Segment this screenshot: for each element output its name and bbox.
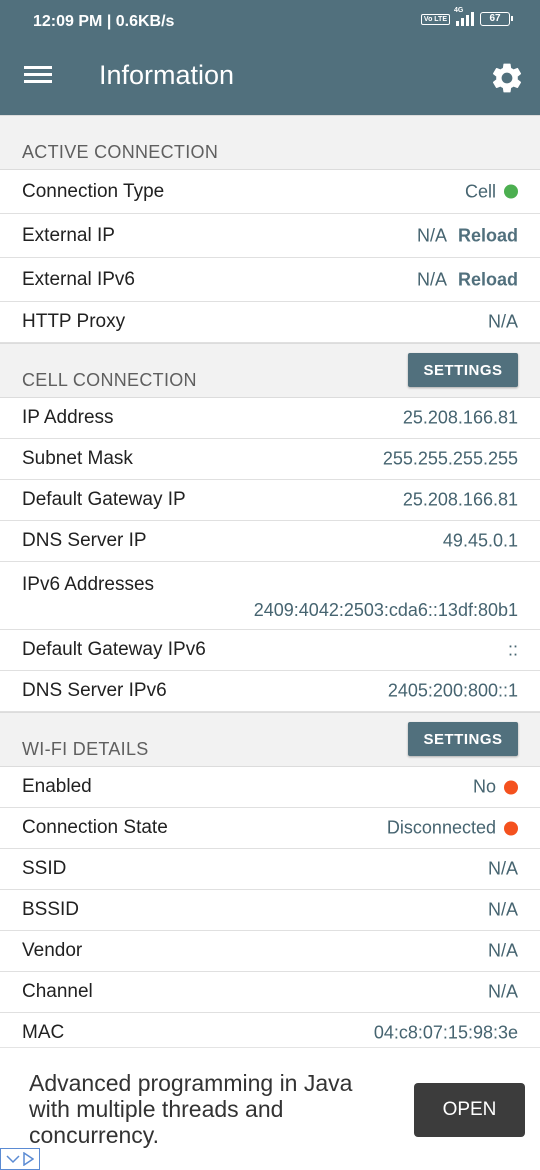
row-value: N/A: [487, 981, 518, 1002]
information-list: ACTIVE CONNECTION Connection Type Cell E…: [0, 115, 540, 1054]
external-ip-value: N/A: [416, 225, 447, 245]
reload-external-ipv6-button[interactable]: Reload: [458, 269, 518, 290]
row-value: N/A Reload: [417, 225, 518, 246]
row-bssid: BSSID N/A: [0, 890, 540, 931]
row-label: Connection State: [22, 817, 168, 838]
row-label: SSID: [22, 858, 67, 879]
row-label: HTTP Proxy: [22, 311, 126, 332]
row-label: BSSID: [22, 899, 80, 920]
section-title: ACTIVE CONNECTION: [22, 142, 219, 162]
chevron-down-icon: [6, 1155, 20, 1164]
row-value: No: [473, 777, 518, 798]
reload-external-ip-button[interactable]: Reload: [458, 225, 518, 246]
row-value: N/A: [487, 311, 518, 332]
ad-choices-icon[interactable]: [0, 1148, 40, 1170]
row-value: N/A: [487, 858, 518, 879]
status-dot-icon: [504, 780, 518, 794]
battery-icon: 67: [480, 12, 513, 26]
row-dns-server-ip: DNS Server IP 49.45.0.1: [0, 521, 540, 562]
app-bar: Information: [0, 38, 540, 115]
row-ssid: SSID N/A: [0, 849, 540, 890]
row-connection-type: Connection Type Cell: [0, 170, 540, 214]
row-value: ::: [507, 639, 518, 660]
row-label: Vendor: [22, 940, 83, 961]
row-value: 04:c8:07:15:98:3e: [373, 1022, 518, 1043]
external-ipv6-value: N/A: [416, 269, 447, 289]
section-title: WI-FI DETAILS: [22, 739, 149, 759]
network-type-label: 4G: [454, 7, 464, 14]
row-label: IPv6 Addresses: [22, 574, 155, 595]
row-subnet-mask: Subnet Mask 255.255.255.255: [0, 439, 540, 480]
row-connection-state: Connection State Disconnected: [0, 808, 540, 849]
page-title: Information: [99, 60, 235, 90]
row-vendor: Vendor N/A: [0, 931, 540, 972]
row-ip-address: IP Address 25.208.166.81: [0, 398, 540, 439]
row-label: Connection Type: [22, 180, 165, 202]
row-value: 49.45.0.1: [442, 530, 518, 551]
row-external-ipv6: External IPv6 N/A Reload: [0, 258, 540, 302]
row-value: N/A Reload: [417, 269, 518, 290]
row-value: Cell: [465, 181, 518, 202]
ad-open-button[interactable]: OPEN: [414, 1083, 525, 1137]
row-http-proxy: HTTP Proxy N/A: [0, 302, 540, 343]
row-ipv6-addresses: IPv6 Addresses 2409:4042:2503:cda6::13df…: [0, 562, 540, 630]
connection-type-value: Cell: [464, 181, 496, 201]
gear-icon[interactable]: [489, 60, 525, 96]
row-label: External IP: [22, 224, 115, 246]
status-icons: Vo LTE 4G 67: [420, 7, 513, 26]
section-header-cell-connection: CELL CONNECTION SETTINGS: [0, 343, 540, 398]
status-time-speed: 12:09 PM | 0.6KB/s: [33, 13, 175, 30]
wifi-enabled-value: No: [472, 776, 496, 797]
signal-icon: 4G: [454, 7, 474, 26]
row-label: Subnet Mask: [22, 448, 133, 469]
row-value: N/A: [487, 940, 518, 961]
row-default-gateway-ipv6: Default Gateway IPv6 ::: [0, 630, 540, 671]
row-label: Default Gateway IP: [22, 489, 186, 510]
row-label: IP Address: [22, 407, 114, 428]
cell-settings-button[interactable]: SETTINGS: [408, 353, 518, 387]
row-default-gateway-ip: Default Gateway IP 25.208.166.81: [0, 480, 540, 521]
wifi-settings-button[interactable]: SETTINGS: [408, 722, 518, 756]
row-value: N/A: [487, 899, 518, 920]
section-title: CELL CONNECTION: [22, 370, 197, 390]
ad-text[interactable]: Advanced programming in Java with multip…: [29, 1070, 399, 1148]
row-label: External IPv6: [22, 268, 135, 290]
row-value: 255.255.255.255: [382, 448, 518, 469]
ad-banner[interactable]: Advanced programming in Java with multip…: [0, 1047, 540, 1170]
row-dns-server-ipv6: DNS Server IPv6 2405:200:800::1: [0, 671, 540, 712]
row-label: MAC: [22, 1022, 65, 1043]
row-label: DNS Server IP: [22, 530, 147, 551]
play-triangle-icon: [23, 1152, 34, 1166]
row-channel: Channel N/A: [0, 972, 540, 1013]
row-value: 2409:4042:2503:cda6::13df:80b1: [253, 600, 518, 620]
row-value: 25.208.166.81: [402, 407, 518, 428]
volte-icon: Vo LTE: [420, 13, 450, 25]
connection-state-value: Disconnected: [386, 817, 496, 838]
row-value: Disconnected: [387, 818, 518, 839]
section-header-active-connection: ACTIVE CONNECTION: [0, 115, 540, 170]
status-dot-icon: [504, 184, 518, 199]
row-value: 25.208.166.81: [402, 489, 518, 510]
section-header-wifi-details: WI-FI DETAILS SETTINGS: [0, 712, 540, 767]
status-dot-icon: [504, 821, 518, 835]
row-external-ip: External IP N/A Reload: [0, 214, 540, 258]
row-label: DNS Server IPv6: [22, 680, 167, 701]
status-bar: 12:09 PM | 0.6KB/s Vo LTE 4G 67: [0, 0, 540, 38]
row-label: Default Gateway IPv6: [22, 639, 206, 660]
row-label: Enabled: [22, 776, 92, 797]
row-wifi-enabled: Enabled No: [0, 767, 540, 808]
row-value: 2405:200:800::1: [387, 680, 518, 701]
hamburger-menu-icon[interactable]: [22, 62, 54, 92]
row-label: Channel: [22, 981, 93, 1002]
